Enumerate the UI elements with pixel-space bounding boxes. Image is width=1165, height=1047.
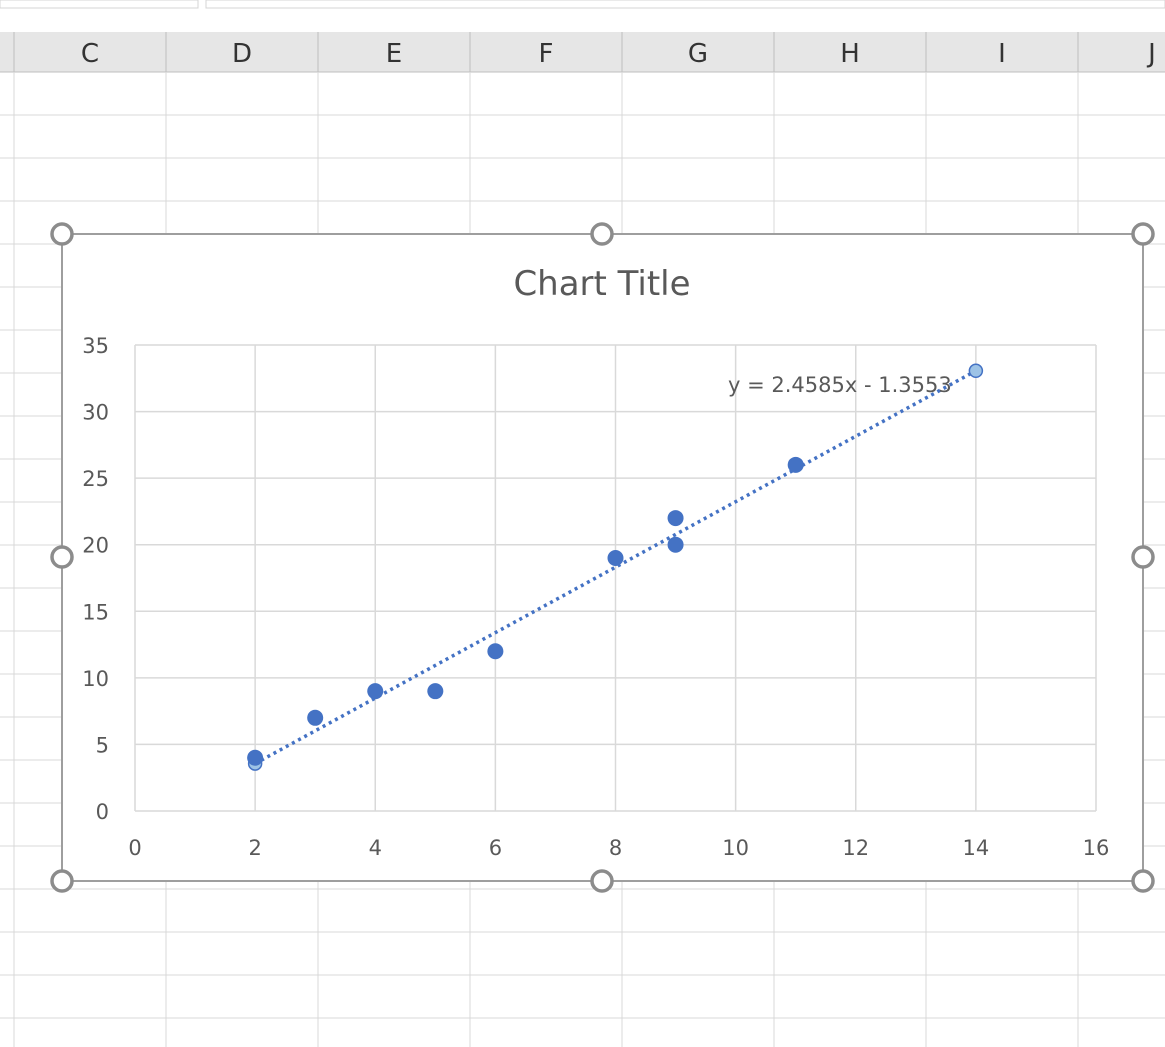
column-header-h[interactable]: H [840, 39, 860, 69]
resize-handle[interactable] [50, 545, 74, 569]
column-header-g[interactable]: G [688, 39, 708, 69]
trendline-equation-label[interactable]: y = 2.4585x - 1.3553 [728, 373, 952, 397]
trendline-end-handle[interactable] [968, 363, 984, 379]
column-header-i[interactable]: I [998, 39, 1006, 69]
column-header-e[interactable]: E [386, 39, 402, 69]
data-point[interactable] [487, 643, 504, 660]
y-tick-label: 35 [82, 334, 109, 358]
data-point[interactable] [787, 456, 804, 473]
chart-object[interactable]: Chart Title 0 2 4 6 8 10 12 14 16 0 5 10 15 20 25 30 35… [50, 222, 1155, 893]
resize-handle[interactable] [50, 869, 74, 893]
resize-handle[interactable] [1131, 222, 1155, 246]
data-point[interactable] [667, 536, 684, 553]
name-box[interactable] [0, 0, 199, 9]
data-point[interactable] [247, 749, 264, 766]
resize-handle[interactable] [590, 869, 614, 893]
x-tick-label: 16 [1083, 836, 1110, 860]
data-point[interactable] [307, 709, 324, 726]
column-header-f[interactable]: F [539, 39, 554, 69]
x-tick-label: 2 [248, 836, 261, 860]
y-tick-label: 0 [96, 800, 109, 824]
x-tick-label: 8 [609, 836, 622, 860]
resize-handle[interactable] [590, 222, 614, 246]
y-tick-label: 15 [82, 600, 109, 624]
resize-handle[interactable] [1131, 545, 1155, 569]
column-header-d[interactable]: D [232, 39, 252, 69]
y-tick-label: 20 [82, 534, 109, 558]
chart-area[interactable] [61, 233, 1144, 882]
resize-handle[interactable] [1131, 869, 1155, 893]
chart-title[interactable]: Chart Title [513, 264, 690, 304]
x-tick-label: 14 [963, 836, 990, 860]
column-header-bar [0, 32, 1165, 72]
y-tick-label: 25 [82, 467, 109, 491]
formula-input[interactable] [205, 0, 1165, 9]
spreadsheet-view: C D E F G H I J Chart Title 0 2 4 6 8 10 12 14 16 0 5 10 1… [0, 0, 1165, 1047]
data-point[interactable] [607, 550, 624, 567]
y-tick-label: 10 [82, 667, 109, 691]
x-tick-label: 10 [722, 836, 749, 860]
data-point[interactable] [667, 510, 684, 527]
column-header-c[interactable]: C [81, 39, 99, 69]
x-tick-label: 6 [489, 836, 502, 860]
y-tick-label: 30 [82, 401, 109, 425]
data-point[interactable] [367, 683, 384, 700]
x-tick-label: 4 [369, 836, 382, 860]
x-tick-label: 12 [842, 836, 869, 860]
column-header-j[interactable]: J [1146, 39, 1156, 69]
data-point[interactable] [427, 683, 444, 700]
y-tick-label: 5 [96, 733, 109, 757]
resize-handle[interactable] [50, 222, 74, 246]
x-tick-label: 0 [128, 836, 141, 860]
